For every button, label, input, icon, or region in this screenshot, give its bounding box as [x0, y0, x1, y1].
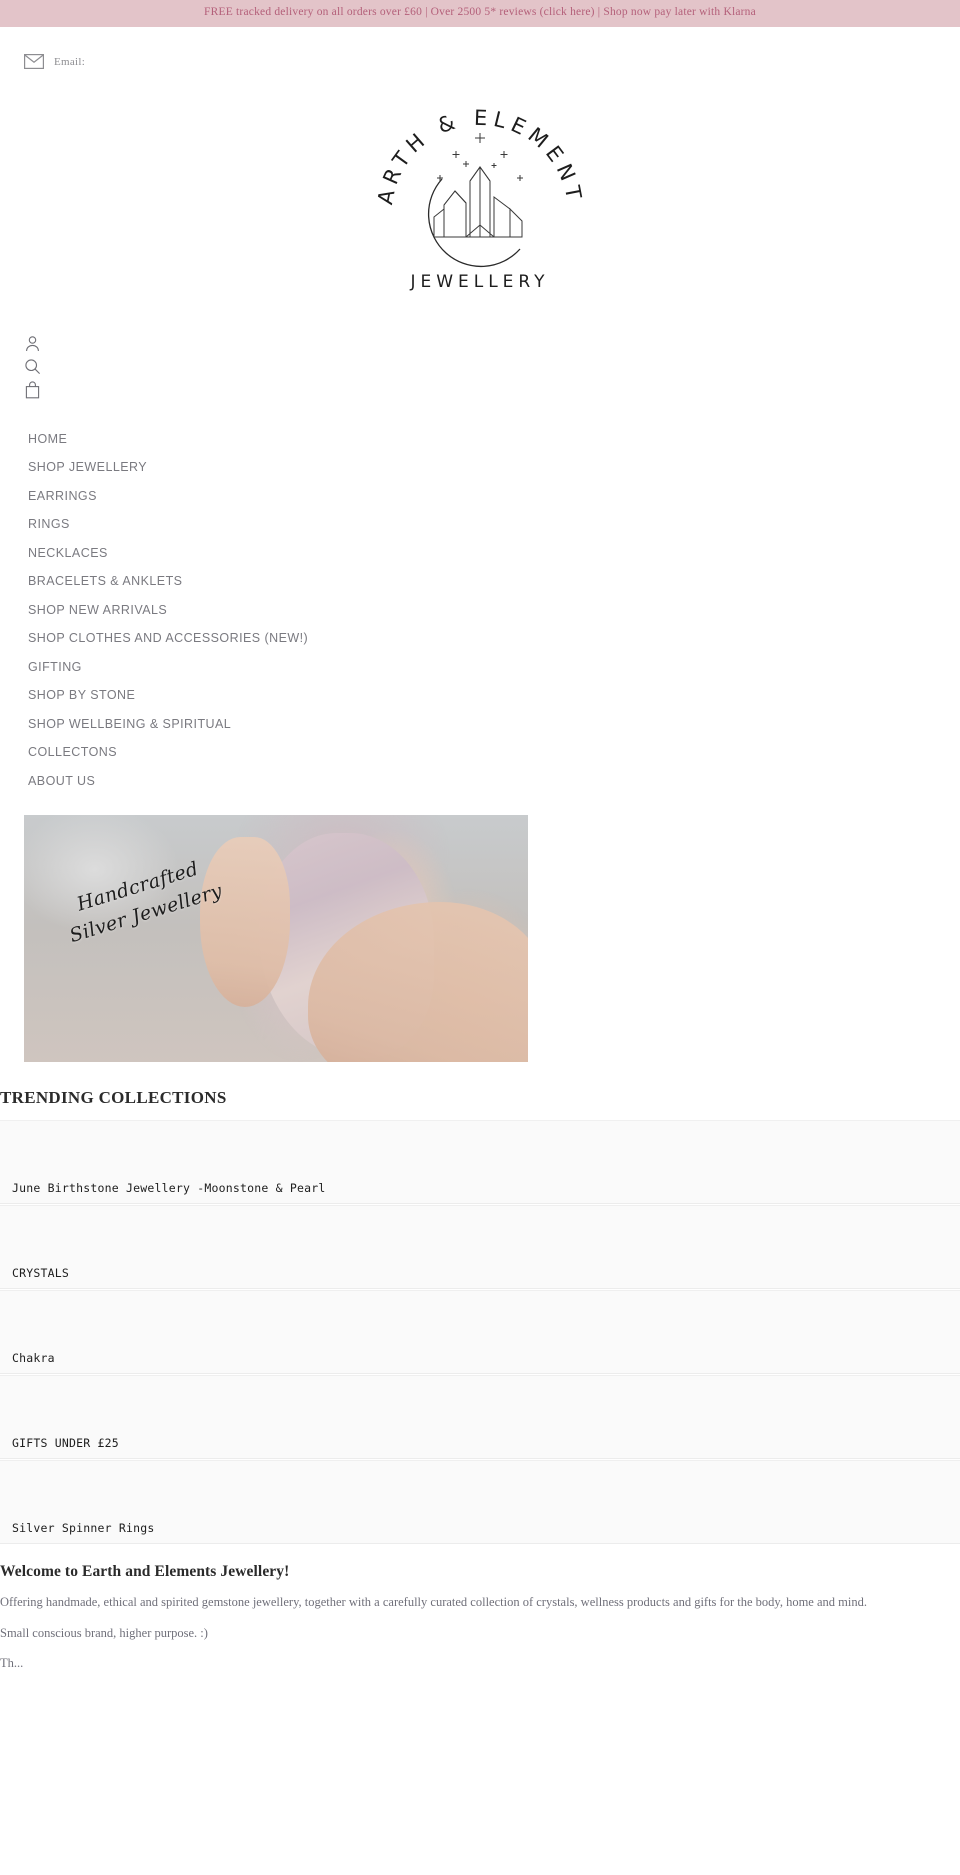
email-label: Email: — [54, 55, 86, 68]
nav-item-collectons[interactable]: COLLECTONS — [28, 738, 960, 767]
collection-card[interactable]: CRYSTALS — [0, 1205, 960, 1290]
nav-item-gifting[interactable]: GIFTING — [28, 653, 960, 682]
logo-graphic: EARTH & ELEMENTS JEW — [370, 89, 587, 292]
svg-text:EARTH & ELEMENTS: EARTH & ELEMENTS — [370, 89, 587, 206]
welcome-section: Welcome to Earth and Elements Jewellery!… — [0, 1545, 960, 1673]
nav-item-rings[interactable]: RINGS — [28, 510, 960, 539]
nav-item-home[interactable]: HOME — [28, 425, 960, 454]
collection-card[interactable]: GIFTS UNDER £25 — [0, 1375, 960, 1460]
account-icon[interactable] — [24, 335, 41, 352]
collection-card-label: Silver Spinner Rings — [12, 1521, 155, 1536]
nav-item-earrings[interactable]: EARRINGS — [28, 482, 960, 511]
collection-card-label: June Birthstone Jewellery -Moonstone & P… — [12, 1181, 326, 1196]
collection-card[interactable]: June Birthstone Jewellery -Moonstone & P… — [0, 1120, 960, 1205]
collection-card-label: GIFTS UNDER £25 — [12, 1436, 119, 1451]
envelope-icon — [24, 54, 44, 70]
collection-card[interactable]: Silver Spinner Rings — [0, 1460, 960, 1545]
svg-text:JEWELLERY: JEWELLERY — [409, 272, 549, 292]
welcome-paragraph-2: Small conscious brand, higher purpose. :… — [0, 1625, 208, 1640]
welcome-paragraph-3: Th... — [0, 1656, 24, 1671]
trending-collections-title: TRENDING COLLECTIONS — [0, 1088, 227, 1108]
search-icon[interactable] — [24, 358, 41, 375]
welcome-paragraph-1: Offering handmade, ethical and spirited … — [0, 1595, 867, 1610]
cart-icon[interactable] — [24, 381, 41, 399]
nav-item-shop-wellbeing-spiritual[interactable]: SHOP WELLBEING & SPIRITUAL — [28, 710, 960, 739]
collection-card-label: Chakra — [12, 1351, 55, 1366]
trending-collections-list: June Birthstone Jewellery -Moonstone & P… — [0, 1120, 960, 1545]
nav-item-shop-jewellery[interactable]: SHOP JEWELLERY — [28, 453, 960, 482]
nav-item-shop-clothes-accessories[interactable]: SHOP CLOTHES AND ACCESSORIES (NEW!) — [28, 624, 960, 653]
email-contact-row[interactable]: Email: — [0, 27, 960, 75]
main-navigation: HOME SHOP JEWELLERY EARRINGS RINGS NECKL… — [0, 399, 960, 796]
collection-card[interactable]: Chakra — [0, 1290, 960, 1375]
nav-item-bracelets-anklets[interactable]: BRACELETS & ANKLETS — [28, 567, 960, 596]
collection-card-label: CRYSTALS — [12, 1266, 69, 1281]
announcement-bar[interactable]: FREE tracked delivery on all orders over… — [0, 0, 960, 27]
welcome-heading: Welcome to Earth and Elements Jewellery! — [0, 1563, 290, 1581]
hero-banner[interactable]: Handcrafted Silver Jewellery — [24, 815, 528, 1063]
site-logo[interactable]: EARTH & ELEMENTS JEW — [0, 75, 960, 307]
nav-item-about-us[interactable]: ABOUT US — [28, 767, 960, 796]
nav-item-necklaces[interactable]: NECKLACES — [28, 539, 960, 568]
nav-item-shop-new-arrivals[interactable]: SHOP NEW ARRIVALS — [28, 596, 960, 625]
utility-icon-group — [0, 307, 960, 399]
nav-item-shop-by-stone[interactable]: SHOP BY STONE — [28, 681, 960, 710]
